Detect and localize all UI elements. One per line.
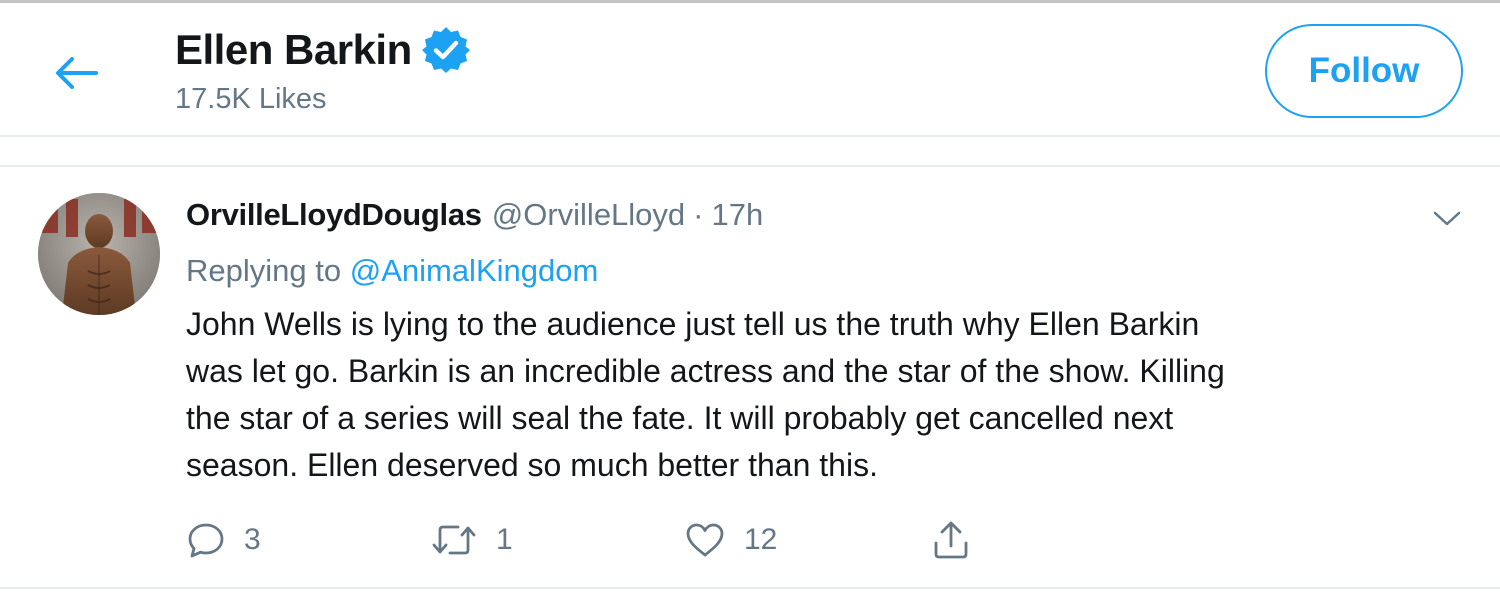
tweet-text: John Wells is lying to the audience just… (186, 301, 1456, 489)
like-count: 12 (744, 523, 778, 556)
tweet-actions: 3 1 12 (186, 515, 1006, 565)
reply-icon (188, 523, 224, 558)
replying-to-label: Replying to (186, 253, 342, 288)
tweet-text-line: John Wells is lying to the audience just… (186, 306, 1200, 342)
tweet-timestamp[interactable]: 17h (712, 197, 764, 233)
heart-icon (686, 523, 724, 557)
reply-button[interactable]: 3 (186, 515, 261, 565)
likes-count: 17.5K Likes (175, 83, 327, 115)
retweet-icon (432, 525, 476, 555)
like-button[interactable]: 12 (684, 515, 777, 565)
author-handle[interactable]: @OrvilleLloyd (492, 197, 685, 233)
profile-header: Ellen Barkin 17.5K Likes Follow (0, 3, 1500, 137)
more-options-button[interactable] (1428, 203, 1466, 235)
tweet[interactable]: OrvilleLloydDouglas @OrvilleLloyd · 17h … (0, 167, 1500, 589)
title-row: Ellen Barkin (175, 23, 472, 77)
app-frame: Ellen Barkin 17.5K Likes Follow OrvilleL… (0, 0, 1500, 593)
separator-dot: · (693, 197, 704, 232)
arrow-left-icon (56, 57, 98, 89)
back-button[interactable] (42, 43, 110, 103)
avatar[interactable] (38, 193, 160, 315)
follow-button[interactable]: Follow (1265, 24, 1463, 118)
retweet-button[interactable]: 1 (430, 515, 513, 565)
tweet-text-line: the star of a series will seal the fate.… (186, 400, 1174, 436)
page-title: Ellen Barkin (175, 26, 412, 73)
tweet-text-line: season. Ellen deserved so much better th… (186, 447, 878, 483)
reply-count: 3 (244, 523, 261, 556)
tweet-text-line: was let go. Barkin is an incredible actr… (186, 353, 1225, 389)
tweet-header: OrvilleLloydDouglas @OrvilleLloyd · 17h (186, 197, 763, 233)
section-divider (0, 137, 1500, 167)
chevron-down-icon (1433, 211, 1461, 226)
share-icon (934, 521, 968, 559)
replying-to: Replying to @AnimalKingdom (186, 253, 598, 289)
author-name[interactable]: OrvilleLloydDouglas (186, 197, 482, 233)
replying-to-mention[interactable]: @AnimalKingdom (350, 253, 599, 288)
retweet-count: 1 (496, 523, 513, 556)
verified-badge-icon (420, 24, 472, 76)
share-button[interactable] (930, 515, 972, 565)
